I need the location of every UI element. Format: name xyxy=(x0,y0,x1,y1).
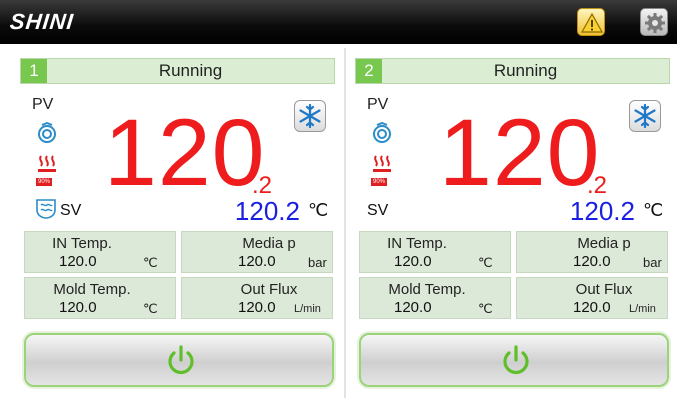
power-button[interactable] xyxy=(359,333,669,387)
sv-value[interactable]: 120.2 xyxy=(190,196,300,227)
media-pressure-label: Media p xyxy=(242,235,296,252)
media-pressure-label: Media p xyxy=(577,235,631,252)
mold-temp-label: Mold Temp. xyxy=(388,281,466,298)
unit-panel-2: 2 Running PV 90% 120 .2 SV 120.2 ℃ IN Te… xyxy=(355,50,676,394)
cooling-button[interactable] xyxy=(294,100,326,132)
in-temp-label: IN Temp. xyxy=(52,235,112,252)
pv-value-decimal: .2 xyxy=(252,172,273,199)
power-icon xyxy=(168,345,194,375)
pv-value-integer: 120 xyxy=(439,100,601,206)
pv-value-decimal: .2 xyxy=(587,172,608,199)
mold-temp-tile: Mold Temp. 120.0 ℃ xyxy=(24,277,176,319)
mold-temp-value: 120.0 xyxy=(394,299,432,316)
pv-value-integer: 120 xyxy=(104,100,266,206)
cooling-button[interactable] xyxy=(629,100,661,132)
out-flux-tile: Out Flux 120.0 L/min xyxy=(181,277,333,319)
snowflake-icon xyxy=(299,104,321,128)
heater-icon xyxy=(38,155,56,172)
sv-label: SV xyxy=(60,202,82,219)
out-flux-tile: Out Flux 120.0 L/min xyxy=(516,277,668,319)
brand-logo: SHINI xyxy=(8,9,76,34)
unit-number: 1 xyxy=(21,59,47,83)
sv-label: SV xyxy=(367,202,389,219)
mold-temp-unit: ℃ xyxy=(143,301,158,316)
out-flux-value: 120.0 xyxy=(238,299,276,316)
status-text: Running xyxy=(158,61,223,80)
status-text: Running xyxy=(493,61,558,80)
in-temp-value: 120.0 xyxy=(394,253,432,270)
media-pressure-value: 120.0 xyxy=(238,253,276,270)
mold-temp-label: Mold Temp. xyxy=(53,281,131,298)
in-temp-tile: IN Temp. 120.0 ℃ xyxy=(24,231,176,273)
out-flux-unit: L/min xyxy=(294,303,321,315)
snowflake-icon xyxy=(634,104,656,128)
in-temp-tile: IN Temp. 120.0 ℃ xyxy=(359,231,511,273)
media-pressure-tile: Media p 120.0 bar xyxy=(516,231,668,273)
pv-label: PV xyxy=(367,96,389,113)
heater-percent: 90% xyxy=(36,178,53,186)
warning-button[interactable] xyxy=(577,8,605,36)
media-pressure-tile: Media p 120.0 bar xyxy=(181,231,333,273)
in-temp-unit: ℃ xyxy=(478,255,493,270)
power-button[interactable] xyxy=(24,333,334,387)
out-flux-label: Out Flux xyxy=(240,281,298,298)
heater-icon xyxy=(373,155,391,172)
out-flux-unit: L/min xyxy=(629,303,656,315)
media-pressure-value: 120.0 xyxy=(573,253,611,270)
heater-percent: 90% xyxy=(371,178,388,186)
mold-temp-tile: Mold Temp. 120.0 ℃ xyxy=(359,277,511,319)
media-pressure-unit: bar xyxy=(643,255,662,270)
circulation-icon xyxy=(38,122,56,143)
warning-icon xyxy=(581,12,603,33)
unit-number: 2 xyxy=(356,59,382,83)
mold-temp-value: 120.0 xyxy=(59,299,97,316)
mold-icon xyxy=(36,199,56,219)
pv-label: PV xyxy=(32,96,54,113)
circulation-icon xyxy=(373,122,391,143)
in-temp-value: 120.0 xyxy=(59,253,97,270)
in-temp-label: IN Temp. xyxy=(387,235,447,252)
status-bar[interactable]: 2 Running xyxy=(355,58,670,84)
gear-icon xyxy=(645,13,665,33)
out-flux-label: Out Flux xyxy=(575,281,633,298)
sv-value[interactable]: 120.2 xyxy=(525,196,635,227)
in-temp-unit: ℃ xyxy=(143,255,158,270)
media-pressure-unit: bar xyxy=(308,255,327,270)
mold-temp-unit: ℃ xyxy=(478,301,493,316)
status-bar[interactable]: 1 Running xyxy=(20,58,335,84)
panel-divider xyxy=(344,48,346,398)
sv-unit: ℃ xyxy=(308,200,329,220)
out-flux-value: 120.0 xyxy=(573,299,611,316)
sv-unit: ℃ xyxy=(643,200,664,220)
settings-button[interactable] xyxy=(640,8,668,36)
top-bar: SHINI xyxy=(0,0,677,44)
unit-panel-1: 1 Running PV 90% 120 .2 SV 120.2 ℃ IN Te… xyxy=(20,50,341,394)
power-icon xyxy=(503,345,529,375)
